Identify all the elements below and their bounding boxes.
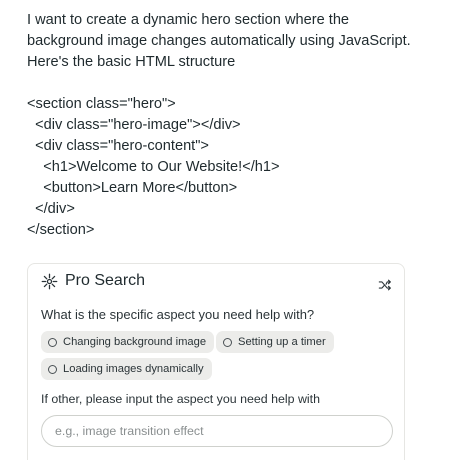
radio-circle-icon bbox=[48, 337, 57, 347]
code-line: <button>Learn More</button> bbox=[27, 180, 238, 196]
option-setting-up-a-timer[interactable]: Setting up a timer bbox=[216, 331, 334, 353]
code-snippet: <section class="hero"> <div class="hero-… bbox=[27, 94, 427, 241]
code-line: </section> bbox=[27, 222, 95, 238]
other-aspect-label: If other, please input the aspect you ne… bbox=[41, 392, 320, 406]
pro-search-question: What is the specific aspect you need hel… bbox=[41, 307, 315, 322]
pro-search-header: Pro Search bbox=[41, 272, 145, 290]
option-label: Changing background image bbox=[63, 336, 207, 348]
aspect-input[interactable] bbox=[41, 415, 393, 447]
shuffle-button[interactable] bbox=[378, 278, 394, 294]
code-line: <h1>Welcome to Our Website!</h1> bbox=[27, 159, 280, 175]
radio-circle-icon bbox=[223, 337, 232, 347]
code-line: </div> bbox=[27, 201, 75, 217]
radio-circle-icon bbox=[48, 364, 57, 374]
code-line: <div class="hero-content"> bbox=[27, 138, 209, 154]
option-loading-images-dynamically[interactable]: Loading images dynamically bbox=[41, 358, 212, 380]
user-message: I want to create a dynamic hero section … bbox=[27, 10, 427, 241]
pro-search-card: Pro Search What is the specific aspect y… bbox=[27, 263, 405, 460]
message-intro-text: I want to create a dynamic hero section … bbox=[27, 12, 411, 70]
code-line: <section class="hero"> bbox=[27, 96, 176, 112]
pro-search-title: Pro Search bbox=[65, 272, 146, 289]
option-label: Setting up a timer bbox=[238, 336, 326, 348]
shuffle-icon bbox=[378, 278, 394, 292]
option-changing-background-image[interactable]: Changing background image bbox=[41, 331, 215, 353]
code-line: <div class="hero-image"></div> bbox=[27, 117, 241, 133]
sparkle-icon bbox=[41, 273, 58, 290]
option-label: Loading images dynamically bbox=[63, 363, 204, 375]
